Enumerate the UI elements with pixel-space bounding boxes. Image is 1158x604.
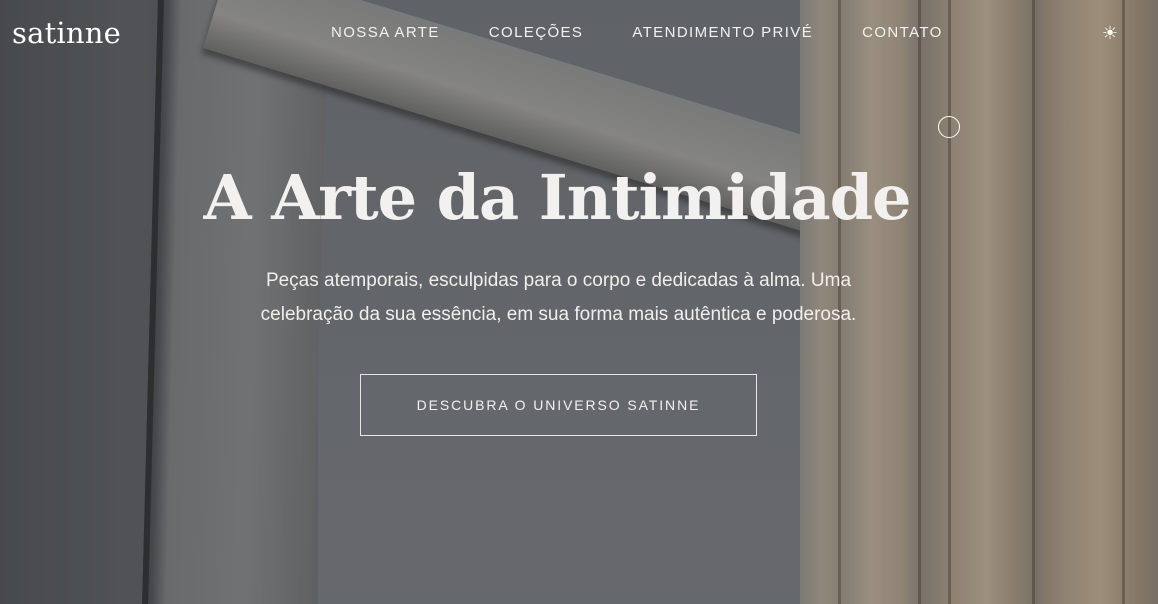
nav-item-colecoes[interactable]: COLEÇÕES [489,23,584,43]
nav-item-atendimento-prive[interactable]: ATENDIMENTO PRIVÉ [632,23,813,43]
main-nav: NOSSA ARTE COLEÇÕES ATENDIMENTO PRIVÉ CO… [331,23,943,43]
hero-subtitle: Peças atemporais, esculpidas para o corp… [260,270,857,325]
discover-universe-button[interactable]: DESCUBRA O UNIVERSO SATINNE [360,374,757,436]
cursor-ring-icon [938,116,960,138]
hero-section: satinne NOSSA ARTE COLEÇÕES ATENDIMENTO … [0,0,1158,604]
discover-universe-button-label: DESCUBRA O UNIVERSO SATINNE [416,397,701,413]
nav-item-nossa-arte[interactable]: NOSSA ARTE [331,23,440,43]
brand-logo[interactable]: satinne [12,14,121,52]
hero-headline: A Arte da Intimidade [203,161,912,234]
nav-item-contato[interactable]: CONTATO [862,23,943,43]
sun-icon[interactable]: ☀ [1099,22,1121,44]
